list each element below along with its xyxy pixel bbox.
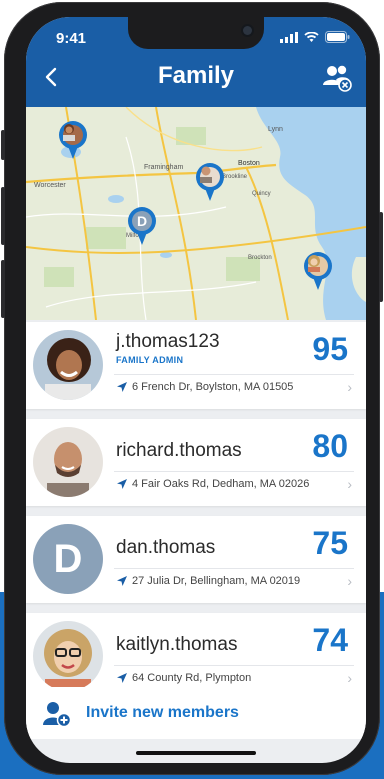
wifi-icon — [304, 31, 319, 42]
location-arrow-icon — [117, 576, 127, 586]
map-pin-dan-thomas[interactable]: D — [128, 207, 156, 247]
volume-up-button — [1, 187, 5, 245]
status-icons — [280, 31, 350, 43]
chevron-right-icon: › — [347, 379, 352, 395]
map-pin-j-thomas[interactable] — [59, 121, 87, 161]
member-card-dan-thomas[interactable]: D dan.thomas 75 27 Julia Dr, Bellingham,… — [26, 516, 366, 603]
member-card-richard-thomas[interactable]: richard.thomas 80 4 Fair Oaks Rd, Dedham… — [26, 419, 366, 506]
member-name: richard.thomas — [116, 440, 242, 461]
member-address-row[interactable]: 6 French Dr, Boylston, MA 01505 › — [114, 374, 354, 397]
notch — [128, 17, 264, 49]
member-address: 27 Julia Dr, Bellingham, MA 02019 — [132, 575, 301, 587]
avatar — [33, 330, 103, 400]
status-time: 9:41 — [56, 30, 87, 47]
invite-members-button[interactable]: Invite new members — [26, 687, 366, 739]
member-address: 64 County Rd, Plympton — [132, 672, 252, 684]
member-score: 75 — [312, 525, 348, 561]
map-pin-kaitlyn-thomas[interactable] — [304, 252, 332, 292]
map-label: Brockton — [248, 255, 272, 261]
member-address-row[interactable]: 64 County Rd, Plympton › — [114, 665, 354, 688]
avatar — [33, 621, 103, 691]
chevron-right-icon: › — [347, 476, 352, 492]
member-name: dan.thomas — [116, 537, 216, 558]
map-label: Boston — [238, 160, 260, 167]
pin-initial: D — [132, 211, 152, 231]
member-score: 74 — [312, 622, 348, 658]
member-role-badge: FAMILY ADMIN — [116, 355, 184, 365]
invite-members-label: Invite new members — [86, 704, 239, 721]
family-map[interactable]: Lynn Boston Brookline Quincy Framingham … — [26, 107, 366, 320]
family-settings-button[interactable] — [320, 61, 354, 95]
page-title: Family — [157, 62, 235, 89]
member-card-j-thomas123[interactable]: j.thomas123 FAMILY ADMIN 95 6 French Dr,… — [26, 322, 366, 409]
pin-avatar — [200, 166, 220, 187]
member-name: j.thomas123 — [116, 331, 220, 352]
chevron-right-icon: › — [347, 573, 352, 589]
member-score: 80 — [312, 428, 348, 464]
phone-frame: 9:41 Family Lynn Boston Brookline Quincy… — [1, 2, 383, 775]
avatar — [33, 427, 103, 497]
map-label: Lynn — [268, 126, 283, 133]
volume-down-button — [1, 260, 5, 318]
screen: 9:41 Family Lynn Boston Brookline Quincy… — [26, 17, 366, 763]
family-settings-icon — [323, 65, 352, 92]
camera-icon — [243, 26, 252, 35]
map-label: Quincy — [252, 191, 271, 197]
home-indicator[interactable] — [136, 751, 256, 755]
mute-switch — [1, 130, 5, 160]
map-label: Worcester — [34, 182, 66, 189]
battery-icon — [325, 31, 350, 43]
map-pin-richard-thomas[interactable] — [196, 163, 224, 203]
location-arrow-icon — [117, 673, 127, 683]
pin-avatar — [63, 124, 83, 145]
avatar: D — [33, 524, 103, 594]
chevron-right-icon: › — [347, 670, 352, 686]
avatar-initial: D — [53, 536, 83, 581]
signal-icon — [280, 31, 298, 43]
add-user-icon — [43, 702, 71, 727]
member-address-row[interactable]: 4 Fair Oaks Rd, Dedham, MA 02026 › — [114, 471, 354, 494]
map-label: Brookline — [222, 174, 248, 180]
member-address: 6 French Dr, Boylston, MA 01505 — [132, 381, 294, 393]
power-button — [379, 212, 383, 302]
pin-avatar — [308, 255, 328, 276]
map-label: Framingham — [144, 164, 183, 171]
member-score: 95 — [312, 331, 348, 367]
location-arrow-icon — [117, 479, 127, 489]
member-address-row[interactable]: 27 Julia Dr, Bellingham, MA 02019 › — [114, 568, 354, 591]
member-address: 4 Fair Oaks Rd, Dedham, MA 02026 — [132, 478, 310, 490]
member-name: kaitlyn.thomas — [116, 634, 238, 655]
location-arrow-icon — [117, 382, 127, 392]
